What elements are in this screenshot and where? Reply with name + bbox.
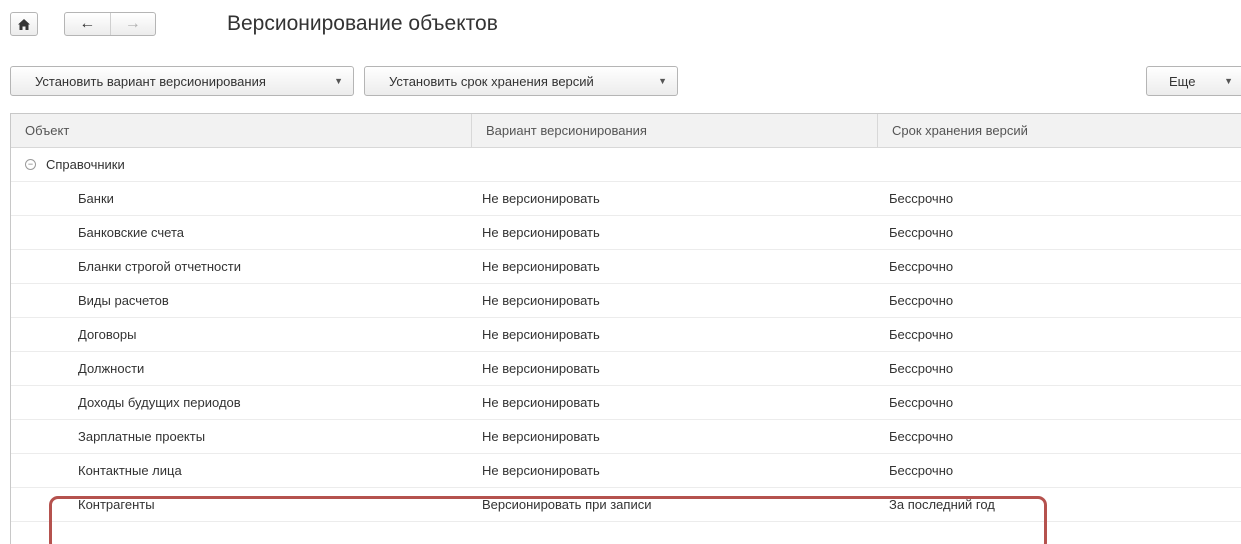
group-cell: − Справочники	[11, 148, 472, 181]
retention-cell: Бессрочно	[889, 395, 954, 410]
table-row[interactable]: Банки Не версионировать Бессрочно	[11, 182, 1241, 216]
variant-cell: Не версионировать	[482, 395, 600, 410]
object-cell: Договоры	[78, 327, 137, 342]
arrow-right-icon: →	[124, 15, 141, 32]
table-row[interactable]: Должности Не версионировать Бессрочно	[11, 352, 1241, 386]
back-button[interactable]: ←	[65, 13, 111, 35]
arrow-left-icon: ←	[79, 15, 96, 32]
command-bar: Установить вариант версионирования ▼ Уст…	[0, 66, 1241, 98]
variant-cell: Не версионировать	[482, 191, 600, 206]
variant-cell: Не версионировать	[482, 259, 600, 274]
table-row[interactable]: Зарплатные проекты Не версионировать Бес…	[11, 420, 1241, 454]
retention-cell: Бессрочно	[889, 259, 954, 274]
group-cell-empty	[878, 148, 1241, 181]
more-button[interactable]: Еще ▼	[1146, 66, 1241, 96]
retention-cell: Бессрочно	[889, 225, 954, 240]
table-header: Объект Вариант версионирования Срок хран…	[11, 114, 1241, 148]
table-row[interactable]: Бланки строгой отчетности Не версиониров…	[11, 250, 1241, 284]
object-cell: Должности	[78, 361, 145, 376]
column-header-retention[interactable]: Срок хранения версий	[878, 114, 1241, 147]
set-retention-button[interactable]: Установить срок хранения версий ▼	[364, 66, 678, 96]
retention-cell: Бессрочно	[889, 327, 954, 342]
chevron-down-icon: ▼	[1224, 76, 1233, 86]
retention-cell: Бессрочно	[889, 463, 954, 478]
variant-cell: Не версионировать	[482, 225, 600, 240]
set-versioning-variant-button[interactable]: Установить вариант версионирования ▼	[10, 66, 354, 96]
table-row[interactable]: Контрагенты Версионировать при записи За…	[11, 488, 1241, 522]
variant-cell: Не версионировать	[482, 463, 600, 478]
column-header-variant[interactable]: Вариант версионирования	[472, 114, 878, 147]
object-cell: Виды расчетов	[78, 293, 169, 308]
retention-cell: Бессрочно	[889, 429, 954, 444]
home-button[interactable]	[10, 12, 38, 36]
retention-cell: Бессрочно	[889, 361, 954, 376]
retention-cell: За последний год	[889, 497, 995, 512]
forward-button[interactable]: →	[111, 13, 156, 35]
table-row[interactable]: Виды расчетов Не версионировать Бессрочн…	[11, 284, 1241, 318]
set-retention-label: Установить срок хранения версий	[389, 73, 594, 89]
object-cell: Бланки строгой отчетности	[78, 259, 241, 274]
table-row[interactable]: Банковские счета Не версионировать Бесср…	[11, 216, 1241, 250]
chevron-down-icon: ▼	[658, 76, 667, 86]
table-row[interactable]: Контактные лица Не версионировать Бессро…	[11, 454, 1241, 488]
group-cell-empty	[472, 148, 878, 181]
column-header-object[interactable]: Объект	[11, 114, 472, 147]
more-label: Еще	[1169, 73, 1196, 89]
object-cell: Зарплатные проекты	[78, 429, 206, 444]
set-versioning-variant-label: Установить вариант версионирования	[35, 73, 266, 89]
home-icon	[18, 18, 30, 30]
group-label: Справочники	[46, 157, 125, 172]
page-title: Версионирование объектов	[227, 12, 498, 35]
variant-cell: Версионировать при записи	[482, 497, 652, 512]
variant-cell: Не версионировать	[482, 293, 600, 308]
history-nav: ← →	[64, 12, 156, 36]
retention-cell: Бессрочно	[889, 191, 954, 206]
versioning-table: Объект Вариант версионирования Срок хран…	[10, 113, 1241, 544]
variant-cell: Не версионировать	[482, 327, 600, 342]
collapse-icon[interactable]: −	[25, 159, 36, 170]
object-cell: Контрагенты	[78, 497, 155, 512]
top-bar: ← → Версионирование объектов	[0, 0, 1241, 52]
variant-cell: Не версионировать	[482, 429, 600, 444]
variant-cell: Не версионировать	[482, 361, 600, 376]
object-cell: Доходы будущих периодов	[78, 395, 241, 410]
object-cell: Контактные лица	[78, 463, 182, 478]
object-cell: Банки	[78, 191, 114, 206]
group-row-catalogs[interactable]: − Справочники	[11, 148, 1241, 182]
object-cell: Банковские счета	[78, 225, 185, 240]
retention-cell: Бессрочно	[889, 293, 954, 308]
chevron-down-icon: ▼	[334, 76, 343, 86]
table-row[interactable]: Доходы будущих периодов Не версионироват…	[11, 386, 1241, 420]
table-row[interactable]: Договоры Не версионировать Бессрочно	[11, 318, 1241, 352]
